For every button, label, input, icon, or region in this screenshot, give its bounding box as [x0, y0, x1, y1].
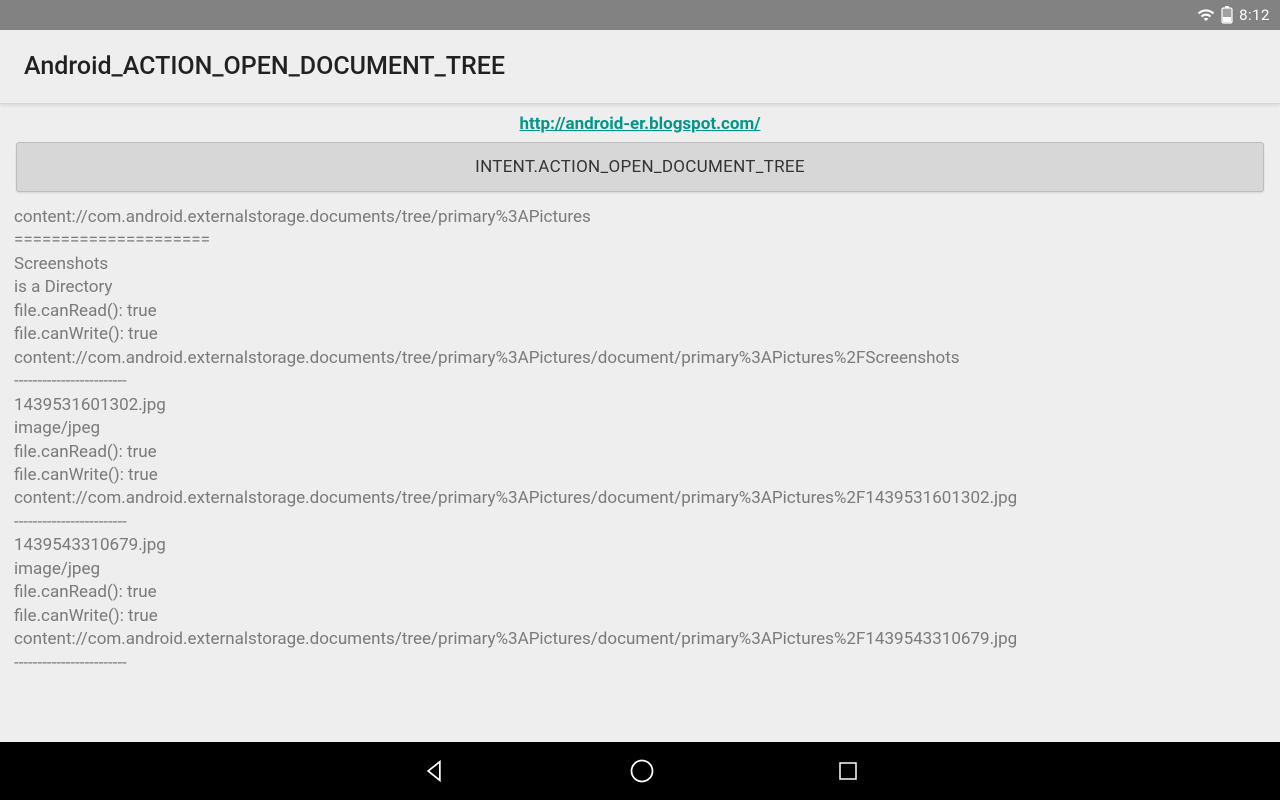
app-bar: Android_ACTION_OPEN_DOCUMENT_TREE — [0, 30, 1280, 104]
recent-apps-button[interactable] — [836, 759, 860, 783]
wifi-icon — [1197, 6, 1215, 24]
app-title: Android_ACTION_OPEN_DOCUMENT_TREE — [24, 52, 1256, 81]
home-button[interactable] — [628, 757, 656, 785]
navigation-bar — [0, 742, 1280, 800]
output-text: content://com.android.externalstorage.do… — [0, 192, 1280, 675]
link-row: http://android-er.blogspot.com/ — [0, 104, 1280, 142]
status-bar: 8:12 — [0, 0, 1280, 30]
battery-icon — [1221, 6, 1233, 24]
back-button[interactable] — [420, 757, 448, 785]
content-area: http://android-er.blogspot.com/ INTENT.A… — [0, 104, 1280, 675]
blog-link[interactable]: http://android-er.blogspot.com/ — [520, 114, 761, 134]
open-document-tree-button[interactable]: INTENT.ACTION_OPEN_DOCUMENT_TREE — [16, 142, 1264, 192]
status-time: 8:12 — [1239, 6, 1270, 24]
